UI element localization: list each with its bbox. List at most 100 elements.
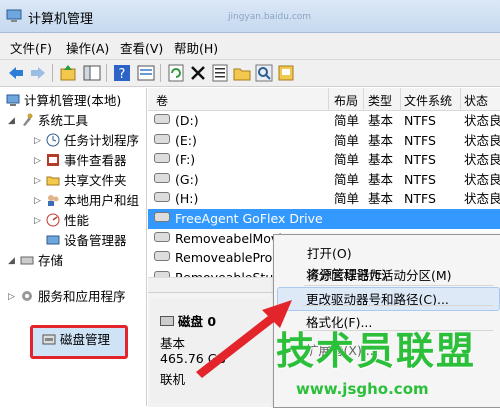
volume-name: (D:) [175, 113, 199, 128]
up-icon[interactable] [58, 63, 78, 83]
menu-bar: 文件(F) 操作(A) 查看(V) 帮助(H) [0, 33, 500, 60]
help-icon[interactable]: ? [112, 63, 132, 83]
tree-disk-management-label: 磁盘管理 [60, 332, 111, 347]
cell-fs: NTFS [404, 132, 436, 148]
collapse-icon[interactable]: ◢ [8, 252, 18, 270]
expand-icon[interactable]: ▷ [8, 288, 18, 306]
cell-fs: NTFS [404, 191, 436, 207]
expand-icon[interactable]: ▷ [34, 172, 44, 190]
export-icon[interactable] [276, 63, 296, 83]
tree-disk-management[interactable]: 磁盘管理 [42, 331, 110, 349]
tree-storage[interactable]: ◢ 存储 [8, 252, 64, 270]
column-type[interactable]: 类型 [368, 92, 392, 109]
properties-icon[interactable] [136, 63, 156, 83]
tree-services-label: 服务和应用程序 [38, 289, 126, 304]
volume-name: (G:) [175, 171, 199, 187]
cell-vol: (G:) [154, 170, 326, 190]
tools-icon [23, 113, 33, 126]
cell-type: 基本 [368, 113, 394, 128]
tree-item-label: 本地用户和组 [64, 193, 140, 208]
tree-storage-label: 存储 [38, 253, 64, 268]
table-row[interactable]: (E:) 简单 基本 NTFS 状态良 [148, 131, 500, 151]
table-row[interactable]: (G:) 简单 基本 NTFS 状态良 [148, 170, 500, 190]
column-status[interactable]: 状态 [464, 92, 488, 109]
tree-item-label: 任务计划程序 [64, 133, 140, 148]
cell-layout: 简单 [334, 152, 360, 168]
cell-vol: (H:) [154, 189, 326, 209]
expand-icon[interactable]: ▷ [34, 192, 44, 210]
tree-item-shared-folders[interactable]: ▷ 共享文件夹 [34, 172, 127, 190]
window-title: 计算机管理 [28, 12, 94, 27]
forward-icon[interactable] [28, 63, 48, 83]
tree-item-label: 事件查看器 [64, 153, 127, 168]
disk-0-box[interactable]: 磁盘 0 基本 465.76 GB 联机 [150, 299, 270, 403]
disk-management-icon [42, 334, 56, 345]
tree-item-event-viewer[interactable]: ▷ 事件查看器 [34, 152, 127, 170]
open-icon[interactable] [232, 63, 252, 83]
shared-folder-icon [46, 176, 60, 186]
menu-open[interactable]: 打开(O) [307, 243, 352, 262]
menu-file[interactable]: 文件(F) [10, 38, 52, 57]
services-icon [22, 291, 32, 301]
tree-system-tools[interactable]: ◢ 系统工具 [8, 112, 88, 130]
drive-icon [154, 133, 170, 144]
tree-root[interactable]: 计算机管理(本地) [6, 92, 121, 110]
cell-type: 基本 [368, 171, 394, 187]
cell-fs: NTFS [404, 113, 436, 128]
title-bar: 计算机管理 jingyan.baidu.com [0, 0, 500, 33]
storage-icon [20, 256, 34, 265]
event-viewer-icon [47, 154, 59, 166]
watermark-url: www.jsgho.com [296, 380, 429, 398]
volume-name: RemoveableProGr [175, 250, 288, 266]
console-tree: 计算机管理(本地) ◢ 系统工具 ▷ 任务计划程序 ▷ 事件查看器 ▷ 共享文件… [0, 88, 147, 406]
table-row[interactable]: (H:) 简单 基本 NTFS 状态良 [148, 189, 500, 209]
tree-item-label: 设备管理器 [64, 233, 127, 248]
column-volume[interactable]: 卷 [156, 92, 168, 109]
tree-item-performance[interactable]: ▷ 性能 [34, 212, 89, 230]
table-row[interactable]: FreeAgent GoFlex Drive (I:) [148, 209, 500, 229]
menu-mark-active[interactable]: 将分区标记为活动分区(M) [306, 265, 452, 284]
properties2-icon[interactable] [210, 63, 230, 83]
users-icon [48, 195, 59, 206]
table-row[interactable]: (F:) 简单 基本 NTFS 状态良 [148, 150, 500, 170]
menu-help[interactable]: 帮助(H) [174, 38, 218, 57]
computer-management-icon [6, 9, 22, 22]
tree-item-task-scheduler[interactable]: ▷ 任务计划程序 [34, 132, 140, 150]
toolbar: ? [0, 60, 500, 87]
column-filesystem[interactable]: 文件系统 [404, 92, 452, 109]
cell-vol: FreeAgent GoFlex Drive (I:) [154, 209, 326, 229]
menu-view[interactable]: 查看(V) [120, 38, 163, 57]
refresh-icon[interactable] [166, 63, 186, 83]
back-icon[interactable] [6, 63, 26, 83]
cell-status: 状态良 [464, 152, 500, 168]
drive-icon [154, 153, 170, 164]
expand-icon[interactable]: ▷ [34, 152, 44, 170]
volume-name: (E:) [175, 132, 197, 148]
tree-item-local-users[interactable]: ▷ 本地用户和组 [34, 192, 140, 210]
delete-icon[interactable] [188, 63, 208, 83]
disk-type: 基本 [160, 336, 186, 351]
disk-title: 磁盘 0 [160, 311, 216, 330]
search-icon[interactable] [254, 63, 274, 83]
volume-name: (H:) [175, 191, 199, 207]
expand-icon[interactable]: ▷ [34, 212, 44, 230]
clock-icon [46, 133, 60, 147]
console-tree-icon[interactable] [82, 63, 102, 83]
column-layout[interactable]: 布局 [334, 92, 358, 109]
list-header: 卷 布局 类型 文件系统 状态 [148, 88, 500, 111]
drive-icon [154, 231, 170, 242]
drive-icon [154, 212, 170, 222]
cell-status: 状态良 [464, 132, 500, 148]
collapse-icon[interactable]: ◢ [8, 112, 18, 130]
cell-status: 状态良 [464, 171, 500, 187]
tree-item-device-manager[interactable]: 设备管理器 [46, 232, 127, 250]
cell-type: 基本 [368, 191, 394, 207]
menu-action[interactable]: 操作(A) [66, 38, 109, 57]
cell-layout: 简单 [334, 191, 360, 207]
cell-vol: (D:) [154, 111, 326, 131]
volume-name: (F:) [175, 152, 196, 168]
expand-icon[interactable]: ▷ [34, 132, 44, 150]
table-row[interactable]: (D:) 简单 基本 NTFS 状态良 [148, 111, 500, 131]
disk-size: 465.76 GB [160, 351, 226, 366]
tree-services[interactable]: ▷ 服务和应用程序 [8, 288, 126, 306]
